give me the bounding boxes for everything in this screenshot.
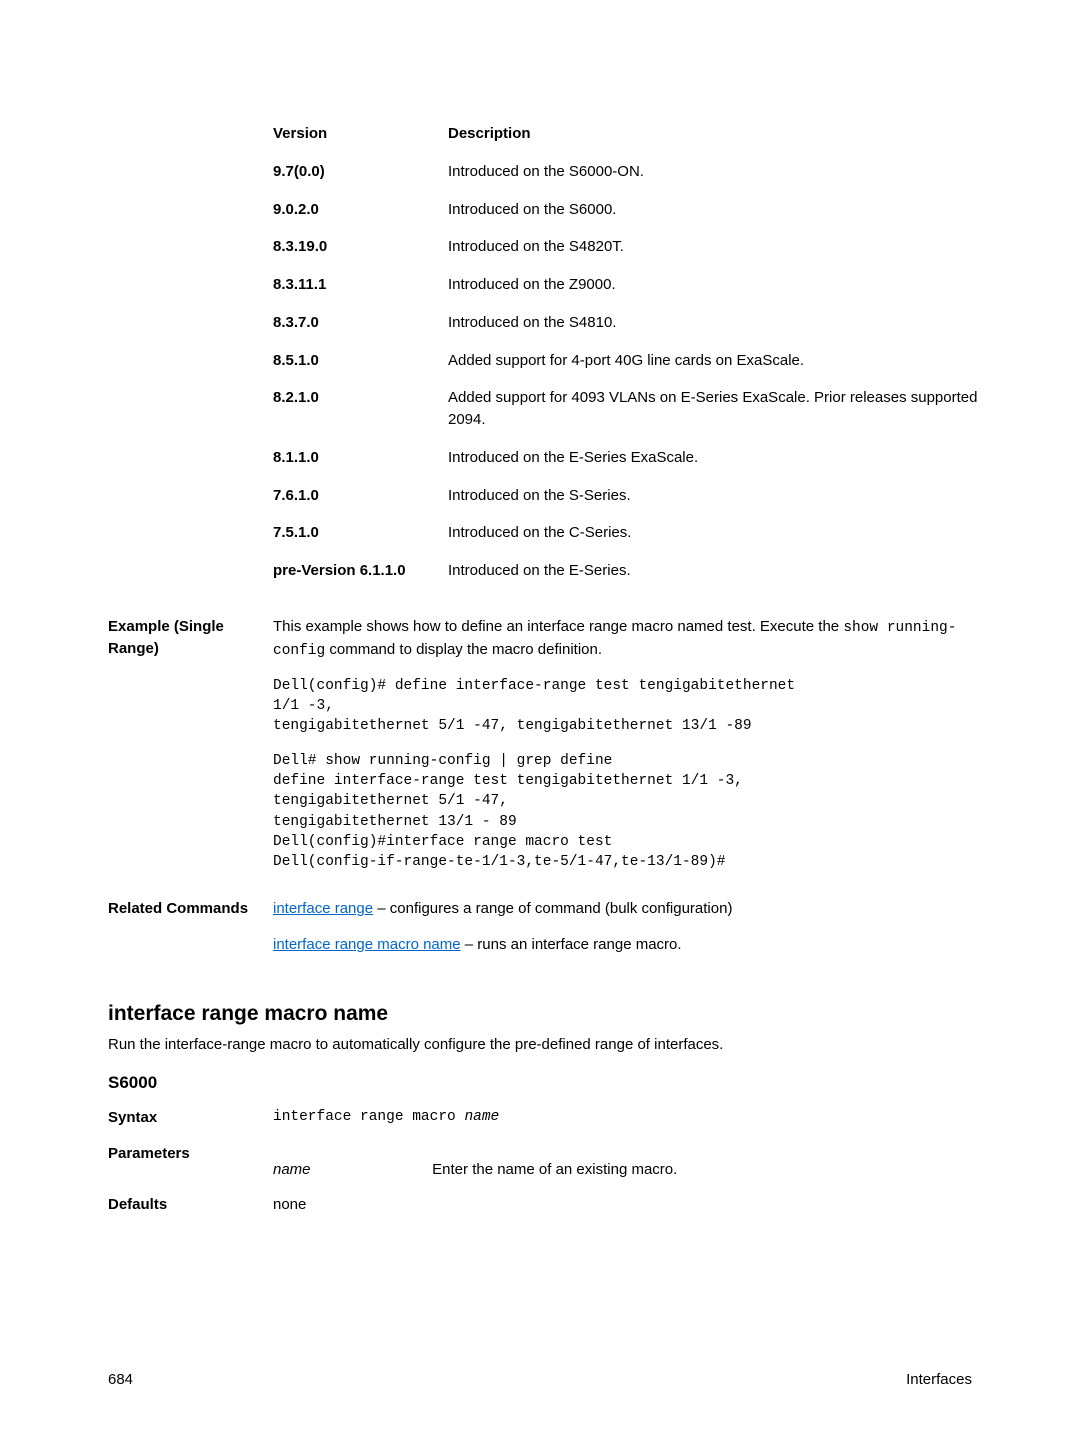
syntax-row: Syntax interface range macro name [108, 1107, 972, 1129]
table-row: 9.0.2.0 Introduced on the S6000. [273, 191, 983, 229]
param-name: name [273, 1159, 428, 1181]
version-history-table: Version Description 9.7(0.0) Introduced … [273, 115, 983, 590]
related-commands-label: Related Commands [108, 898, 273, 956]
example-section: Example (Single Range) This example show… [108, 616, 972, 873]
example-code-block-2: Dell# show running-config | grep define … [273, 751, 972, 873]
parameters-row: Parameters name Enter the name of an exi… [108, 1143, 972, 1181]
defaults-value: none [273, 1194, 972, 1216]
table-row: 8.2.1.0 Added support for 4093 VLANs on … [273, 379, 983, 439]
page-number: 684 [108, 1371, 133, 1388]
example-intro-pre: This example shows how to define an inte… [273, 618, 843, 635]
syntax-label: Syntax [108, 1107, 273, 1129]
table-row: 8.3.7.0 Introduced on the S4810. [273, 304, 983, 342]
parameters-content: name Enter the name of an existing macro… [273, 1143, 972, 1181]
example-code-block-1: Dell(config)# define interface-range tes… [273, 676, 972, 737]
table-row: pre-Version 6.1.1.0 Introduced on the E-… [273, 552, 983, 590]
table-row: 7.5.1.0 Introduced on the C-Series. [273, 514, 983, 552]
syntax-value: interface range macro name [273, 1107, 972, 1129]
example-label: Example (Single Range) [108, 616, 273, 873]
table-row: 7.6.1.0 Introduced on the S-Series. [273, 477, 983, 515]
related-commands-section: Related Commands interface range – confi… [108, 898, 972, 956]
table-header-version: Version [273, 115, 448, 153]
defaults-row: Defaults none [108, 1194, 972, 1216]
interface-range-macro-name-link[interactable]: interface range macro name [273, 936, 461, 953]
section-description: Run the interface-range macro to automat… [108, 1036, 972, 1053]
table-header-description: Description [448, 115, 983, 153]
footer-title: Interfaces [906, 1371, 972, 1388]
example-intro-post: command to display the macro definition. [325, 641, 602, 658]
table-row: 8.1.1.0 Introduced on the E-Series ExaSc… [273, 439, 983, 477]
table-row: 9.7(0.0) Introduced on the S6000-ON. [273, 153, 983, 191]
section-heading: interface range macro name [108, 1002, 972, 1026]
table-row: 8.5.1.0 Added support for 4-port 40G lin… [273, 342, 983, 380]
defaults-label: Defaults [108, 1194, 273, 1216]
table-row: 8.3.11.1 Introduced on the Z9000. [273, 266, 983, 304]
interface-range-desc: – configures a range of command (bulk co… [373, 900, 732, 917]
interface-range-link[interactable]: interface range [273, 900, 373, 917]
param-desc: Enter the name of an existing macro. [432, 1161, 677, 1178]
interface-range-macro-name-desc: – runs an interface range macro. [461, 936, 682, 953]
table-row: 8.3.19.0 Introduced on the S4820T. [273, 228, 983, 266]
example-content: This example shows how to define an inte… [273, 616, 972, 873]
related-commands-content: interface range – configures a range of … [273, 898, 972, 956]
page-footer: 684 Interfaces [108, 1371, 972, 1388]
model-heading: S6000 [108, 1073, 972, 1093]
parameters-label: Parameters [108, 1143, 273, 1181]
